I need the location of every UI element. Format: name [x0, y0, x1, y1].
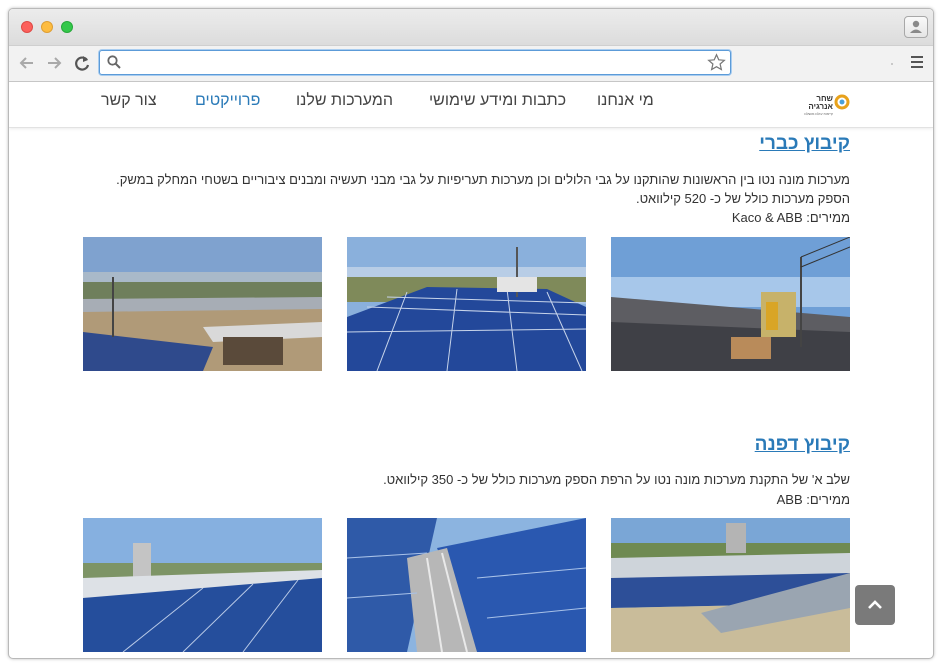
- address-bar[interactable]: [99, 50, 731, 75]
- browser-window: צור קשר פרוייקטים המערכות שלנו כתבות ומי…: [8, 8, 934, 659]
- project-inverters: ממירים: ABB: [776, 492, 850, 507]
- logo-tagline: קיימות עולם מושלם: [804, 112, 833, 116]
- page-content: קיבוץ כברי מערכות מונה נטו בין הראשונות …: [9, 128, 933, 658]
- nav-articles[interactable]: כתבות ומידע שימושי: [429, 92, 566, 110]
- project-photo[interactable]: [83, 518, 322, 652]
- forward-arrow-icon[interactable]: [43, 52, 65, 74]
- site-logo[interactable]: שחר אנרגיה קיימות עולם מושלם: [797, 90, 851, 118]
- chevron-up-icon: [865, 595, 885, 620]
- nav-projects[interactable]: פרוייקטים: [195, 92, 260, 110]
- project-photo[interactable]: [611, 518, 850, 652]
- toolbar-divider: [891, 63, 893, 65]
- reload-icon[interactable]: [71, 52, 93, 74]
- project-description: שלב א' של התקנת מערכות מונה נטו על הרפת …: [383, 472, 850, 487]
- project-capacity: הספק מערכות כולל של כ- 520 קילוואט.: [635, 191, 850, 206]
- project-title-kabri[interactable]: קיבוץ כברי: [759, 133, 850, 155]
- address-input[interactable]: [126, 53, 700, 74]
- close-window-button[interactable]: [21, 21, 33, 33]
- browser-toolbar: [9, 46, 933, 82]
- profile-icon[interactable]: [904, 16, 928, 38]
- nav-contact[interactable]: צור קשר: [101, 92, 157, 110]
- star-icon[interactable]: [707, 53, 726, 77]
- project-photo[interactable]: [347, 518, 586, 652]
- zoom-window-button[interactable]: [61, 21, 73, 33]
- title-bar: [9, 9, 933, 46]
- project-photo[interactable]: [611, 237, 850, 371]
- nav-our-systems[interactable]: המערכות שלנו: [296, 92, 393, 110]
- project-photo[interactable]: [347, 237, 586, 371]
- menu-icon[interactable]: [911, 56, 923, 70]
- search-icon: [106, 54, 122, 75]
- project-title-dafna[interactable]: קיבוץ דפנה: [755, 434, 850, 456]
- back-arrow-icon[interactable]: [16, 52, 38, 74]
- minimize-window-button[interactable]: [41, 21, 53, 33]
- logo-name-2: אנרגיה: [808, 102, 833, 111]
- project-inverters: ממירים: Kaco & ABB: [731, 210, 850, 225]
- site-header: צור קשר פרוייקטים המערכות שלנו כתבות ומי…: [9, 82, 933, 128]
- nav-about[interactable]: מי אנחנו: [597, 92, 654, 110]
- project-description: מערכות מונה נטו בין הראשונות שהותקנו על …: [116, 172, 850, 187]
- project-photo[interactable]: [83, 237, 322, 371]
- scroll-to-top-button[interactable]: [855, 585, 895, 625]
